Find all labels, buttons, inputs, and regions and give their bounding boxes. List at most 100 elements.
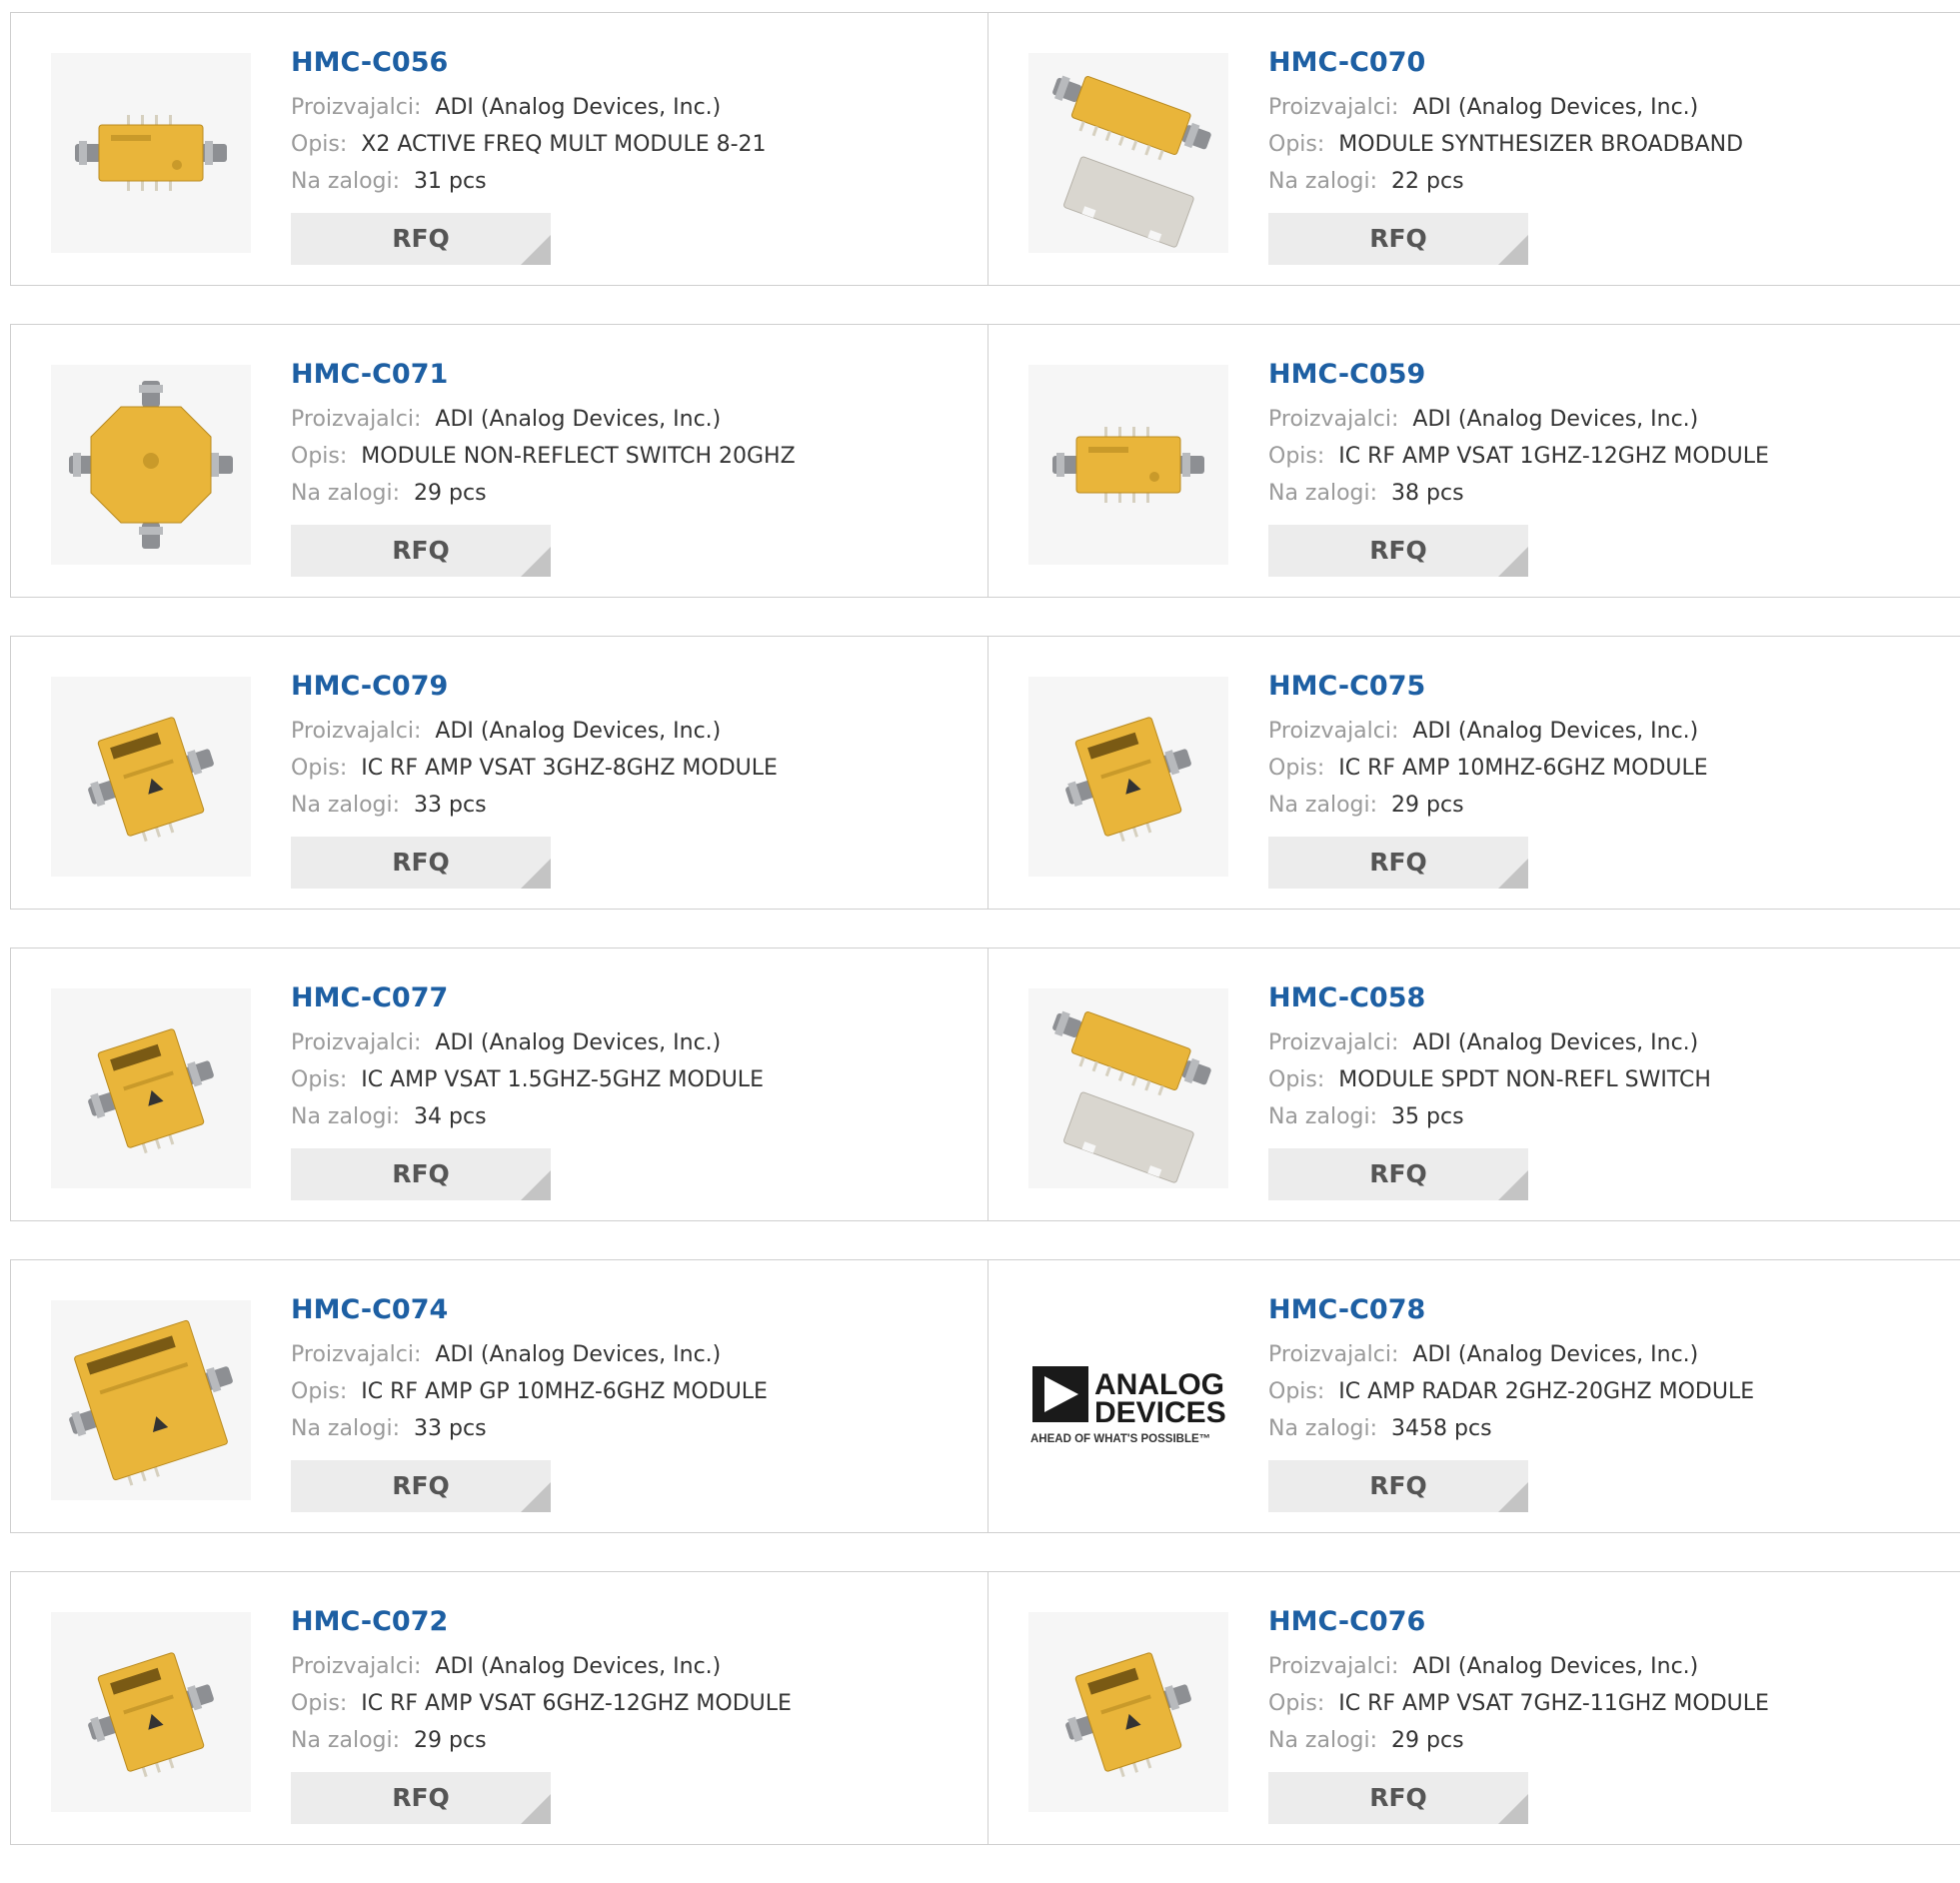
manufacturer-row: Proizvajalci: ADI (Analog Devices, Inc.): [291, 401, 796, 438]
product-image[interactable]: [1028, 53, 1228, 253]
part-number-link[interactable]: HMC-C070: [1268, 43, 1743, 83]
part-number-link[interactable]: HMC-C058: [1268, 978, 1711, 1018]
part-number-link[interactable]: HMC-C074: [291, 1290, 768, 1330]
corner-triangle-icon: [521, 1170, 551, 1200]
stock-value: 3458 pcs: [1391, 1416, 1492, 1441]
description-row: Opis: IC RF AMP 10MHZ-6GHZ MODULE: [1268, 750, 1708, 787]
rfq-label: RFQ: [1369, 848, 1427, 877]
stock-row: Na zalogi: 33 pcs: [291, 787, 778, 824]
stock-label: Na zalogi:: [291, 1728, 401, 1753]
stock-row: Na zalogi: 38 pcs: [1268, 475, 1769, 512]
description-label: Opis:: [291, 756, 348, 781]
stock-row: Na zalogi: 3458 pcs: [1268, 1410, 1754, 1447]
description-value: IC RF AMP VSAT 7GHZ-11GHZ MODULE: [1338, 1691, 1769, 1716]
product-card: HMC-C056 Proizvajalci: ADI (Analog Device…: [10, 13, 987, 285]
manufacturer-label: Proizvajalci:: [291, 1030, 422, 1055]
product-image[interactable]: [1028, 677, 1228, 877]
stock-row: Na zalogi: 35 pcs: [1268, 1098, 1711, 1135]
part-number-link[interactable]: HMC-C071: [291, 355, 796, 395]
rfq-button[interactable]: RFQ: [291, 525, 551, 577]
product-card: HMC-C070 Proizvajalci: ADI (Analog Device…: [987, 13, 1960, 285]
stock-row: Na zalogi: 33 pcs: [291, 1410, 768, 1447]
product-row: HMC-C071 Proizvajalci: ADI (Analog Device…: [10, 324, 1960, 598]
rfq-button[interactable]: RFQ: [291, 837, 551, 889]
rfq-button[interactable]: RFQ: [1268, 213, 1528, 265]
rfq-button[interactable]: RFQ: [291, 213, 551, 265]
rfq-label: RFQ: [392, 1159, 450, 1188]
rfq-button[interactable]: RFQ: [291, 1460, 551, 1512]
part-number-link[interactable]: HMC-C077: [291, 978, 764, 1018]
corner-triangle-icon: [1498, 1170, 1528, 1200]
rfq-label: RFQ: [1369, 1783, 1427, 1812]
rfq-label: RFQ: [392, 536, 450, 565]
part-number-link[interactable]: HMC-C059: [1268, 355, 1769, 395]
rfq-button[interactable]: RFQ: [291, 1772, 551, 1824]
rfq-button[interactable]: RFQ: [1268, 1772, 1528, 1824]
product-row: HMC-C079 Proizvajalci: ADI (Analog Device…: [10, 636, 1960, 910]
part-number-link[interactable]: HMC-C079: [291, 667, 778, 707]
manufacturer-row: Proizvajalci: ADI (Analog Devices, Inc.): [291, 1336, 768, 1373]
description-label: Opis:: [291, 444, 348, 469]
rfq-label: RFQ: [1369, 1471, 1427, 1500]
description-label: Opis:: [1268, 1691, 1325, 1716]
product-image[interactable]: [51, 53, 251, 253]
description-label: Opis:: [1268, 1067, 1325, 1092]
manufacturer-row: Proizvajalci: ADI (Analog Devices, Inc.): [1268, 1024, 1711, 1061]
part-number-link[interactable]: HMC-C076: [1268, 1602, 1769, 1642]
rfq-button[interactable]: RFQ: [1268, 1148, 1528, 1200]
part-number-link[interactable]: HMC-C078: [1268, 1290, 1754, 1330]
manufacturer-value: ADI (Analog Devices, Inc.): [1412, 1654, 1699, 1679]
description-label: Opis:: [291, 1691, 348, 1716]
description-value: IC RF AMP VSAT 6GHZ-12GHZ MODULE: [361, 1691, 792, 1716]
manufacturer-row: Proizvajalci: ADI (Analog Devices, Inc.): [1268, 1336, 1754, 1373]
manufacturer-value: ADI (Analog Devices, Inc.): [435, 1030, 722, 1055]
description-row: Opis: MODULE SYNTHESIZER BROADBAND: [1268, 126, 1743, 163]
manufacturer-value: ADI (Analog Devices, Inc.): [435, 1342, 722, 1367]
product-info: HMC-C079 Proizvajalci: ADI (Analog Device…: [291, 667, 778, 824]
product-grid: HMC-C056 Proizvajalci: ADI (Analog Device…: [10, 12, 1960, 1883]
stock-row: Na zalogi: 29 pcs: [1268, 1722, 1769, 1759]
manufacturer-value: ADI (Analog Devices, Inc.): [1412, 95, 1699, 120]
description-label: Opis:: [1268, 756, 1325, 781]
description-row: Opis: IC AMP VSAT 1.5GHZ-5GHZ MODULE: [291, 1061, 764, 1098]
product-card: HMC-C076 Proizvajalci: ADI (Analog Device…: [987, 1572, 1960, 1844]
product-image[interactable]: [51, 988, 251, 1188]
manufacturer-row: Proizvajalci: ADI (Analog Devices, Inc.): [291, 1024, 764, 1061]
product-image[interactable]: [1028, 988, 1228, 1188]
stock-value: 38 pcs: [1391, 481, 1464, 506]
product-image[interactable]: [1028, 1612, 1228, 1812]
product-card: HMC-C079 Proizvajalci: ADI (Analog Device…: [10, 637, 987, 909]
product-card: HMC-C059 Proizvajalci: ADI (Analog Device…: [987, 325, 1960, 597]
description-value: MODULE NON-REFLECT SWITCH 20GHZ: [361, 444, 796, 469]
manufacturer-value: ADI (Analog Devices, Inc.): [435, 1654, 722, 1679]
part-number-link[interactable]: HMC-C072: [291, 1602, 792, 1642]
stock-value: 35 pcs: [1391, 1104, 1464, 1129]
corner-triangle-icon: [521, 859, 551, 889]
part-number-link[interactable]: HMC-C056: [291, 43, 767, 83]
rfq-button[interactable]: RFQ: [1268, 1460, 1528, 1512]
rfq-button[interactable]: RFQ: [1268, 525, 1528, 577]
manufacturer-label: Proizvajalci:: [291, 719, 422, 744]
product-image[interactable]: [51, 1612, 251, 1812]
product-image[interactable]: [51, 677, 251, 877]
product-image[interactable]: ANALOG DEVICES AHEAD OF WHAT'S POSSIBLE™: [1028, 1300, 1228, 1500]
stock-value: 29 pcs: [414, 481, 487, 506]
product-row: HMC-C072 Proizvajalci: ADI (Analog Device…: [10, 1571, 1960, 1845]
product-image[interactable]: [1028, 365, 1228, 565]
corner-triangle-icon: [521, 547, 551, 577]
stock-label: Na zalogi:: [1268, 793, 1378, 818]
logo-line2: DEVICES: [1094, 1396, 1226, 1429]
corner-triangle-icon: [521, 1482, 551, 1512]
product-info: HMC-C075 Proizvajalci: ADI (Analog Device…: [1268, 667, 1708, 824]
product-info: HMC-C076 Proizvajalci: ADI (Analog Device…: [1268, 1602, 1769, 1759]
description-label: Opis:: [291, 1067, 348, 1092]
product-image[interactable]: [51, 365, 251, 565]
rfq-button[interactable]: RFQ: [1268, 837, 1528, 889]
product-row: HMC-C056 Proizvajalci: ADI (Analog Device…: [10, 12, 1960, 286]
part-number-link[interactable]: HMC-C075: [1268, 667, 1708, 707]
manufacturer-label: Proizvajalci:: [291, 1342, 422, 1367]
stock-row: Na zalogi: 29 pcs: [291, 475, 796, 512]
description-row: Opis: X2 ACTIVE FREQ MULT MODULE 8-21: [291, 126, 767, 163]
rfq-button[interactable]: RFQ: [291, 1148, 551, 1200]
product-image[interactable]: [51, 1300, 251, 1500]
